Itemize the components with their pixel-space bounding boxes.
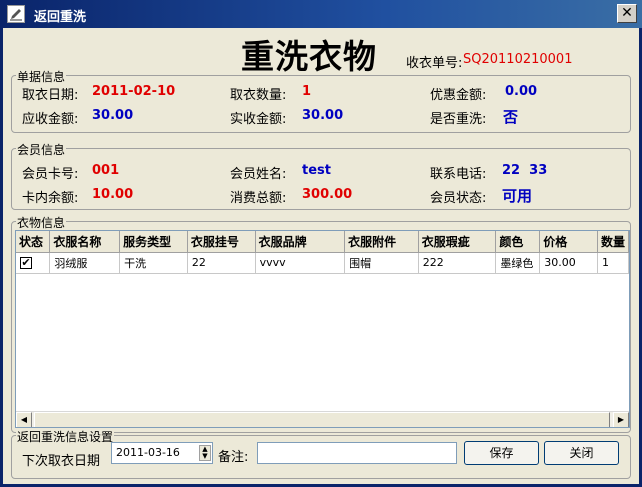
- receipt-info-legend: 单据信息: [16, 68, 67, 85]
- table-cell: 羽绒服: [49, 252, 121, 274]
- phone-label: 联系电话:: [430, 167, 487, 182]
- table-cell: 22: [187, 252, 256, 274]
- member-card-label: 会员卡号:: [22, 167, 79, 182]
- window: 返回重洗 ✕ 重洗衣物 收衣单号: SQ20110210001 单据信息 取衣日…: [0, 0, 642, 487]
- table-cell: 222: [418, 252, 497, 274]
- amount-due-label: 应收金额:: [22, 112, 79, 127]
- member-card-value: 001: [92, 163, 120, 178]
- discount-value: 0.00: [505, 84, 538, 99]
- table-header-row: 状态 衣服名称 服务类型 衣服挂号 衣服品牌 衣服附件 衣服瑕疵 颜色 价格 数…: [16, 231, 629, 253]
- card-balance-label: 卡内余额:: [22, 191, 79, 206]
- table-cell: 围帽: [344, 252, 419, 274]
- member-name-value: test: [302, 163, 331, 178]
- table-cell: vvvv: [255, 252, 346, 274]
- column-header-tag[interactable]: 衣服挂号: [187, 231, 256, 253]
- clothes-table-grid: 状态 衣服名称 服务类型 衣服挂号 衣服品牌 衣服附件 衣服瑕疵 颜色 价格 数…: [16, 231, 629, 274]
- column-header-brand[interactable]: 衣服品牌: [255, 231, 346, 253]
- column-header-status[interactable]: 状态: [16, 231, 51, 253]
- order-number-label: 收衣单号:: [406, 56, 463, 71]
- total-spent-label: 消费总额:: [230, 191, 287, 206]
- receipt-info-group: 单据信息 取衣日期: 2011-02-10 取衣数量: 1 优惠金额: 0.00…: [11, 68, 631, 133]
- clothes-table[interactable]: 状态 衣服名称 服务类型 衣服挂号 衣服品牌 衣服附件 衣服瑕疵 颜色 价格 数…: [15, 230, 630, 428]
- column-header-quantity[interactable]: 数量: [597, 231, 629, 253]
- table-cell: 干洗: [119, 252, 188, 274]
- pickup-date-label: 取衣日期:: [22, 88, 79, 103]
- scrollbar-thumb[interactable]: [34, 412, 610, 427]
- member-status-label: 会员状态:: [430, 191, 487, 206]
- close-button[interactable]: 关闭: [544, 441, 619, 465]
- member-info-legend: 会员信息: [16, 141, 67, 158]
- page-title: 重洗衣物: [241, 37, 377, 76]
- next-pickup-date-value: 2011-03-16: [116, 446, 180, 459]
- member-info-group: 会员信息 会员卡号: 001 会员姓名: test 联系电话: 22 33 卡内…: [11, 141, 631, 210]
- date-spinner-icon[interactable]: ▲ ▼: [199, 445, 211, 461]
- column-header-service[interactable]: 服务类型: [119, 231, 188, 253]
- table-row[interactable]: ✔ 羽绒服 干洗 22 vvvv 围帽 222 墨绿色 30.00 1: [16, 252, 629, 274]
- rewash-settings-legend: 返回重洗信息设置: [16, 428, 115, 445]
- pickup-count-value: 1: [302, 84, 312, 99]
- note-label: 备注:: [218, 450, 249, 465]
- dialog-body: 重洗衣物 收衣单号: SQ20110210001 单据信息 取衣日期: 2011…: [3, 28, 639, 484]
- save-button[interactable]: 保存: [464, 441, 539, 465]
- amount-due-value: 30.00: [92, 108, 134, 123]
- column-header-color[interactable]: 颜色: [495, 231, 541, 253]
- column-header-defect[interactable]: 衣服瑕疵: [418, 231, 497, 253]
- member-status-value: 可用: [502, 187, 533, 205]
- amount-paid-label: 实收金额:: [230, 112, 287, 127]
- member-name-label: 会员姓名:: [230, 167, 287, 182]
- status-checkbox[interactable]: ✔: [20, 256, 32, 269]
- table-cell: 墨绿色: [495, 252, 541, 274]
- amount-paid-value: 30.00: [302, 108, 344, 123]
- note-field[interactable]: [257, 442, 457, 464]
- scroll-right-icon[interactable]: ▶: [613, 412, 629, 427]
- column-header-name[interactable]: 衣服名称: [49, 231, 121, 253]
- close-icon[interactable]: ✕: [617, 4, 637, 23]
- column-header-accessory[interactable]: 衣服附件: [344, 231, 419, 253]
- next-pickup-date-field[interactable]: 2011-03-16 ▲ ▼: [111, 442, 213, 464]
- next-pickup-date-label: 下次取衣日期: [22, 454, 101, 469]
- rewash-label: 是否重洗:: [430, 112, 487, 127]
- horizontal-scrollbar[interactable]: ◀ ▶: [16, 411, 629, 427]
- clothes-info-legend: 衣物信息: [16, 214, 67, 231]
- column-header-price[interactable]: 价格: [539, 231, 598, 253]
- scroll-left-icon[interactable]: ◀: [16, 412, 32, 427]
- card-balance-value: 10.00: [92, 187, 134, 202]
- rewash-value: 否: [503, 108, 519, 126]
- table-cell: 1: [597, 252, 629, 274]
- table-cell: 30.00: [539, 252, 598, 274]
- order-number-value: SQ20110210001: [463, 52, 573, 67]
- window-title: 返回重洗: [34, 10, 87, 25]
- phone-value: 22 33: [502, 163, 548, 178]
- pickup-count-label: 取衣数量:: [230, 88, 287, 103]
- title-bar: 返回重洗 ✕: [0, 0, 642, 28]
- pickup-date-value: 2011-02-10: [92, 84, 176, 99]
- edit-icon: [7, 5, 25, 23]
- discount-label: 优惠金额:: [430, 88, 487, 103]
- status-cell[interactable]: ✔: [16, 252, 51, 274]
- total-spent-value: 300.00: [302, 187, 353, 202]
